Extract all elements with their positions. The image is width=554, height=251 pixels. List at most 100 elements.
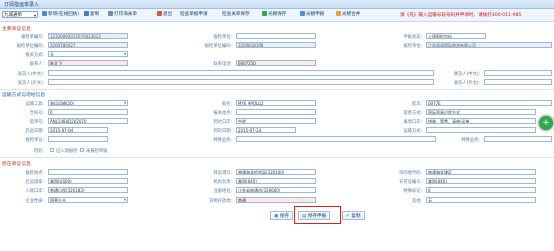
org-field[interactable]: 美国(840) xyxy=(236,178,316,184)
enterprise-no-label: 报检单位编码: xyxy=(16,44,44,49)
scan-save-button[interactable]: 光模保存 xyxy=(262,11,286,19)
enterprise-field[interactable] xyxy=(236,33,316,39)
save-button[interactable]: ▣ 保存 xyxy=(270,211,294,220)
manifest-no-field[interactable]: 12320092015070023012 xyxy=(48,33,128,39)
origin-label: 启运国家: xyxy=(25,180,44,185)
special-label: 特殊业务: xyxy=(213,138,232,143)
extra-label: 其他: xyxy=(411,199,422,204)
origin-field[interactable]: 美国(US00) xyxy=(48,178,128,184)
contact-field[interactable]: 陈文飞 xyxy=(48,60,128,66)
depart-field[interactable]: 拼装、等费、请单/运单 xyxy=(426,118,536,124)
chevron-down-icon: ▾ xyxy=(124,101,126,105)
new-button[interactable]: 新增(在线回执) xyxy=(42,11,79,19)
ship-date-field[interactable]: 2015-07-04 xyxy=(48,127,108,133)
mark-field[interactable]: 0 xyxy=(426,187,536,193)
check-save-button[interactable]: 检查关单保存 xyxy=(222,11,250,19)
inspect-unit-label: 报检单位: xyxy=(403,44,422,49)
trade-field[interactable]: 国际贸易过程方式 xyxy=(426,109,536,115)
exit-button[interactable]: 退出 xyxy=(157,11,172,19)
consignor-en-label: 发货人(外文): xyxy=(17,81,44,86)
voyage-field[interactable]: 0077E xyxy=(426,100,552,106)
transport-mode-field[interactable] xyxy=(426,127,536,133)
enterprise-type-select[interactable]: 国营企业 ▾ xyxy=(48,197,128,203)
chevron-down-icon: ▾ xyxy=(124,198,126,202)
status-field[interactable]: 入境报检包括 xyxy=(426,33,486,39)
bill-field[interactable]: ANL5480D202070 xyxy=(48,118,128,124)
entered-checkbox-label: 已入境报检 xyxy=(56,149,78,154)
arrive-field[interactable]: 中途 xyxy=(236,118,316,124)
type-select[interactable]: 九城通单 ▾ xyxy=(2,11,38,18)
ship-port-label: 转运港口: xyxy=(213,171,232,176)
reg-field[interactable]: 江苏省南通市(320600) xyxy=(236,187,316,193)
unchecked-checkbox[interactable] xyxy=(80,148,84,152)
divider xyxy=(0,89,554,90)
scan-declare-button[interactable]: 光模申报 xyxy=(300,11,324,19)
arrive-date-field[interactable]: 2015-07-24 xyxy=(236,127,296,133)
window-titlebar: 订阅指运单录入 xyxy=(0,0,554,9)
vessel-field[interactable]: MYE APOLLO xyxy=(236,100,316,106)
plus-icon xyxy=(262,11,267,16)
enterprise-code-field[interactable]: 3200818198 xyxy=(236,42,316,48)
chevron-down-icon: ▾ xyxy=(33,13,36,18)
consignor-cn-field[interactable] xyxy=(48,70,434,76)
highlight-box xyxy=(294,206,341,224)
window-title: 订阅指运单录入 xyxy=(4,2,40,8)
order-label: 合同号: xyxy=(29,111,44,116)
print-button[interactable]: 打印海关单 xyxy=(108,11,137,19)
footer-copy-button[interactable]: ✔ 复制 xyxy=(342,211,365,220)
chevron-down-icon: ▾ xyxy=(124,52,126,56)
goods-place-field[interactable]: 南通 xyxy=(236,197,316,203)
special2-field[interactable] xyxy=(484,136,552,142)
consignee-cn-label: 收货人(中文): xyxy=(453,72,480,77)
consignee-en-label: 收货人(外文): xyxy=(453,81,480,86)
copy-icon xyxy=(84,11,89,16)
decl-field[interactable] xyxy=(48,136,108,142)
reg-label: 注册地址: xyxy=(213,189,232,194)
special-field[interactable] xyxy=(236,136,436,142)
phone-label: 联系电话: xyxy=(213,62,232,67)
transport-mode-label: 运输方式: xyxy=(403,129,422,134)
scan-merge-button[interactable]: 光模合并 xyxy=(336,11,360,19)
merge-icon xyxy=(336,11,341,16)
ship-port-field[interactable]: 南通海关检验局(320100) xyxy=(236,169,316,175)
section-basic-title: 主要单证信息 xyxy=(2,27,31,32)
port-in-field[interactable] xyxy=(48,169,128,175)
copy-button[interactable]: 复制 xyxy=(84,11,99,19)
phone-field[interactable]: 6007250 xyxy=(236,60,316,66)
print-icon xyxy=(108,11,113,16)
depart-label: 离境口岸: xyxy=(403,120,422,125)
declare-icon xyxy=(300,11,305,16)
enterprise-code-label: 报检单位编码: xyxy=(204,44,232,49)
ship-date-label: 启运日期: xyxy=(25,129,44,134)
dest-field[interactable]: 南通海关辖区 xyxy=(426,169,536,175)
transport-select[interactable]: 海运运输(20) ▾ xyxy=(48,100,128,106)
approval-field[interactable]: 美国(840) xyxy=(426,178,536,184)
dest-label: 目的地代码: xyxy=(399,171,422,176)
toolbar: 九城通单 ▾ 新增(在线回执) 复制 打印海关单 退出 检查单据申请 检查关单保存… xyxy=(0,9,554,22)
mode-select[interactable]: 无 ▾ xyxy=(48,51,128,57)
arrive-label: 到达口岸: xyxy=(213,120,232,125)
entry-label: 入境口岸: xyxy=(25,189,44,194)
add-fab-icon[interactable]: + xyxy=(539,116,553,130)
place-label: 报关地点: xyxy=(213,111,232,116)
mode-label: 报关方式: xyxy=(25,53,44,58)
inspect-unit-field[interactable]: 江苏润泽国际物流有限公司 xyxy=(426,42,552,48)
mark-label: 特殊标记: xyxy=(403,189,422,194)
consignee-cn-field[interactable] xyxy=(484,70,552,76)
divider xyxy=(0,157,554,158)
approval-label: 许可证编号: xyxy=(399,180,422,185)
bill-label: 提单号: xyxy=(29,120,44,125)
check-apply-button[interactable]: 检查单据申请 xyxy=(180,11,208,19)
entry-field[interactable]: 南通口岸(320183) xyxy=(48,187,128,193)
consignee-en-field[interactable] xyxy=(484,79,552,85)
extra-field[interactable]: 无 xyxy=(426,197,536,203)
enterprise-no-field[interactable]: 3200780427 xyxy=(48,42,128,48)
consignor-en-field[interactable] xyxy=(48,79,434,85)
vessel-label: 船名: xyxy=(221,102,232,107)
order-field[interactable]: 0 xyxy=(48,109,128,115)
place-field[interactable] xyxy=(236,109,316,115)
goods-place-label: 货物存放地: xyxy=(209,199,232,204)
entered-checkbox[interactable] xyxy=(50,148,54,152)
check-label: 检验: xyxy=(33,149,44,154)
notice-text: 请《先》输入运输号段号码并申请时，请拨打400-011-985 xyxy=(400,13,522,18)
